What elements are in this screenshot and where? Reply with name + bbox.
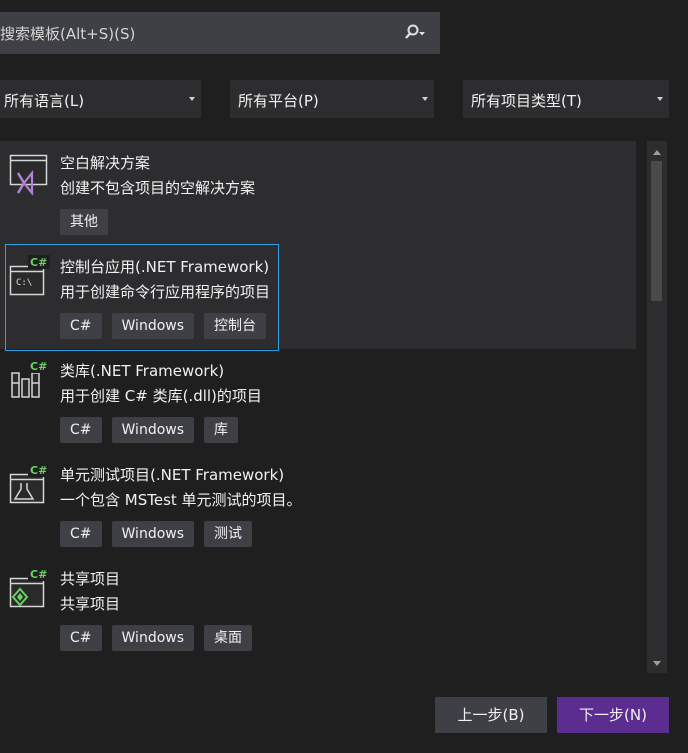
tag: 库 (204, 417, 239, 443)
tag: C# (60, 625, 102, 651)
search-box[interactable]: 搜索模板(Alt+S)(S) (0, 12, 440, 54)
blank-solution-icon (9, 154, 48, 195)
class-library-icon: C# (11, 359, 50, 398)
template-description: 一个包含 MSTest 单元测试的项目。 (60, 491, 302, 509)
back-button[interactable]: 上一步(B) (435, 697, 547, 733)
language-filter[interactable]: 所有语言(L) (0, 80, 201, 118)
svg-text:C#: C# (30, 568, 47, 581)
svg-text:C#: C# (30, 464, 47, 477)
svg-text:C#: C# (30, 256, 47, 269)
tag: C# (60, 521, 102, 547)
tag: C# (60, 313, 102, 339)
template-title: 单元测试项目(.NET Framework) (60, 466, 285, 484)
template-item[interactable]: C# 共享项目 共享项目 C# Windows 桌面 (0, 557, 636, 661)
console-app-icon: C:\ C# (9, 255, 50, 296)
svg-text:C#: C# (30, 360, 47, 373)
tag: C# (60, 417, 102, 443)
tag: 控制台 (204, 313, 267, 339)
scroll-up-icon[interactable] (653, 150, 661, 155)
template-item-selected[interactable]: C:\ C# 控制台应用(.NET Framework) 用于创建命令行应用程序… (0, 245, 636, 349)
tag: 测试 (204, 521, 253, 547)
template-title: 空白解决方案 (60, 154, 151, 172)
project-type-filter[interactable]: 所有项目类型(T) (463, 80, 669, 118)
tag: Windows (111, 313, 195, 339)
tag: 其他 (60, 209, 108, 235)
unit-test-icon: C# (9, 463, 50, 504)
scroll-down-icon[interactable] (653, 661, 661, 666)
template-description: 用于创建 C# 类库(.dll)的项目 (60, 387, 262, 405)
tag: Windows (111, 521, 195, 547)
template-title: 类库(.NET Framework) (60, 362, 225, 380)
chevron-down-icon (189, 97, 195, 101)
template-title: 共享项目 (60, 570, 121, 588)
next-button[interactable]: 下一步(N) (557, 697, 669, 733)
search-icon[interactable] (404, 22, 426, 44)
scrollbar-thumb[interactable] (651, 161, 662, 301)
platform-filter[interactable]: 所有平台(P) (230, 80, 434, 118)
project-type-filter-label: 所有项目类型(T) (471, 92, 582, 110)
template-description: 用于创建命令行应用程序的项目 (60, 283, 271, 301)
language-filter-label: 所有语言(L) (4, 92, 85, 110)
platform-filter-label: 所有平台(P) (238, 92, 319, 110)
search-placeholder: 搜索模板(Alt+S)(S) (0, 25, 136, 43)
tag: Windows (111, 417, 195, 443)
chevron-down-icon (657, 97, 663, 101)
template-description: 创建不包含项目的空解决方案 (60, 179, 256, 197)
chevron-down-icon (422, 97, 428, 101)
tag: 桌面 (204, 625, 253, 651)
template-item[interactable]: 空白解决方案 创建不包含项目的空解决方案 其他 (0, 141, 636, 245)
template-item[interactable]: C# 类库(.NET Framework) 用于创建 C# 类库(.dll)的项… (0, 349, 636, 453)
template-list: 空白解决方案 创建不包含项目的空解决方案 其他 C:\ C# 控制台应用(.NE… (0, 141, 636, 673)
template-description: 共享项目 (60, 595, 121, 613)
template-item[interactable]: C# 单元测试项目(.NET Framework) 一个包含 MSTest 单元… (0, 453, 636, 557)
tag: Windows (111, 625, 195, 651)
shared-project-icon: C# (9, 567, 50, 608)
template-title: 控制台应用(.NET Framework) (60, 258, 270, 276)
vertical-scrollbar[interactable] (647, 141, 667, 673)
svg-text:C:\: C:\ (16, 278, 32, 288)
